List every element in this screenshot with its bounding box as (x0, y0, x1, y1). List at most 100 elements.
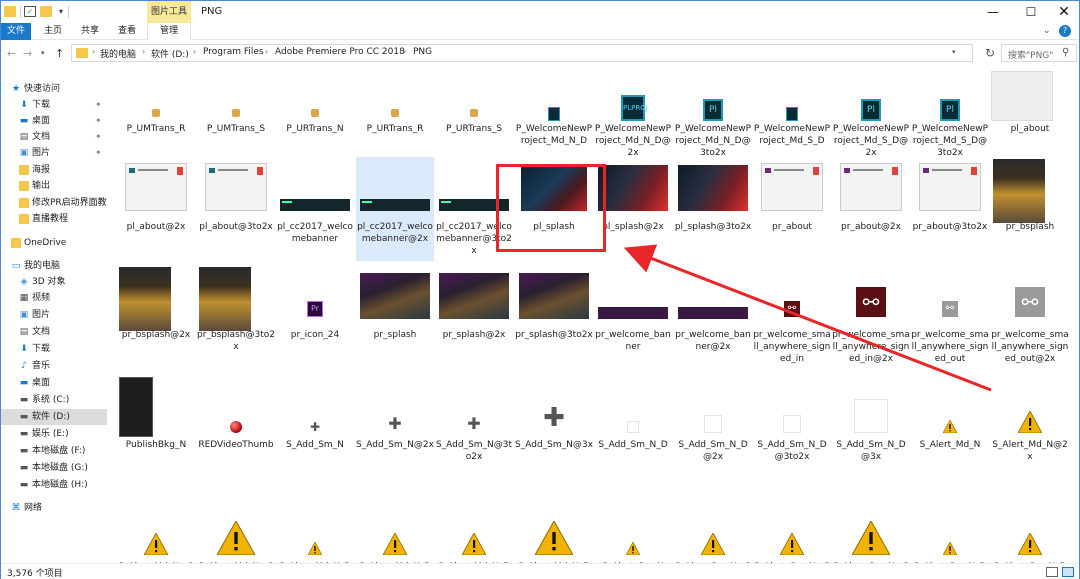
forward-arrow-icon[interactable]: → (23, 47, 32, 60)
sidebar-item[interactable]: 海报 (1, 162, 107, 178)
file-item[interactable]: ✚ S_Add_Sm_N@3to2x (435, 375, 513, 479)
file-item[interactable]: PublishBkg_N (117, 375, 195, 479)
file-item[interactable]: ✚ S_Add_Sm_N@3x (515, 375, 593, 479)
file-item[interactable]: pr_about@2x (832, 157, 910, 261)
chevron-right-icon[interactable]: › (92, 47, 95, 56)
sidebar-item[interactable]: 修改PR启动界面教材 (1, 195, 107, 211)
tab-manage[interactable]: 管理 (147, 23, 191, 40)
maximize-button[interactable]: ☐ (1014, 1, 1048, 23)
chevron-right-icon[interactable]: › (265, 47, 268, 56)
sidebar-item[interactable]: ▣ 图片 ✦ (1, 145, 107, 161)
file-item[interactable]: S_Add_Sm_N_D@2x (674, 375, 752, 479)
file-item[interactable]: pl_about@3to2x (197, 157, 275, 261)
large-icons-view-icon[interactable] (1062, 567, 1074, 577)
file-item[interactable]: ✚ S_Add_Sm_N@2x (356, 375, 434, 479)
file-item[interactable]: pl_cc2017_welcomebanner@3to2x (435, 157, 513, 261)
close-button[interactable]: ✕ (1047, 1, 1080, 23)
quick-access-dropdown-icon[interactable]: ▾ (55, 6, 67, 17)
help-icon[interactable]: ? (1059, 25, 1071, 37)
minimize-button[interactable]: — (976, 1, 1010, 23)
file-item[interactable]: S_Alert_Md_N_D@3x (515, 497, 593, 563)
tab-view[interactable]: 查看 (115, 23, 139, 40)
file-item[interactable]: S_Alert_Md_N_D@2x (356, 497, 434, 563)
sidebar-item[interactable]: ▭ 我的电脑 (1, 258, 107, 274)
file-item[interactable]: pr_splash@3to2x (515, 265, 593, 369)
breadcrumb-program-files[interactable]: Program Files (203, 47, 264, 57)
file-item[interactable]: S_Alert_Md_N@2x (991, 375, 1069, 479)
file-item[interactable]: P_WelcomeNewProject_Md_N_D (515, 69, 593, 163)
file-item[interactable]: pr_welcome_banner@2x (674, 265, 752, 369)
file-item[interactable]: P_UMTrans_R (117, 69, 195, 163)
tab-share[interactable]: 共享 (78, 23, 102, 40)
file-item[interactable]: pr_about (753, 157, 831, 261)
search-icon[interactable]: ⚲ (1062, 47, 1069, 58)
file-item[interactable]: pr_bsplash@3to2x (197, 265, 275, 369)
file-item[interactable]: pl_about@2x (117, 157, 195, 261)
file-item[interactable]: ✚ S_Add_Sm_N (276, 375, 354, 479)
sidebar-item[interactable]: ▦ 视频 (1, 290, 107, 306)
file-item[interactable]: pr_bsplash@2x (117, 265, 195, 369)
recent-locations-icon[interactable]: ▾ (41, 49, 45, 57)
sidebar-item[interactable]: ⬇ 下载 (1, 341, 107, 357)
file-item[interactable]: pl_splash@3to2x (674, 157, 752, 261)
sidebar-item[interactable]: ◈ 3D 对象 (1, 274, 107, 290)
sidebar-item[interactable]: ♪ 音乐 (1, 358, 107, 374)
sidebar-item[interactable]: ★ 快速访问 (1, 81, 107, 97)
chevron-right-icon[interactable]: › (403, 47, 406, 56)
chevron-right-icon[interactable]: › (142, 47, 145, 56)
file-item[interactable]: S_Alert_Md_N_D@3to2x (435, 497, 513, 563)
file-item[interactable]: ⚯ pr_welcome_small_anywhere_signed_in@2x (832, 265, 910, 369)
file-item[interactable]: pr_about@3to2x (911, 157, 989, 261)
file-item[interactable]: P_WelcomeNewProject_Md_S_D (753, 69, 831, 163)
sidebar-item[interactable]: ▬ 本地磁盘 (H:) (1, 477, 107, 493)
file-item[interactable]: ⚯ pr_welcome_small_anywhere_signed_out@2x (991, 265, 1069, 369)
sidebar-item[interactable]: ▤ 文档 ✦ (1, 129, 107, 145)
file-item[interactable]: REDVideoThumb (197, 375, 275, 479)
file-item[interactable]: S_Alert_Md_N (911, 375, 989, 479)
address-bar[interactable]: › 我的电脑 › 软件 (D:) › Program Files › Adobe… (71, 44, 973, 62)
up-arrow-icon[interactable]: ↑ (55, 47, 64, 60)
file-item[interactable]: S_Alert_Sm_N@3x (832, 497, 910, 563)
file-item[interactable]: pl_splash (515, 157, 593, 261)
new-folder-icon[interactable] (40, 6, 52, 17)
tab-file[interactable]: 文件 (1, 23, 31, 40)
file-item[interactable]: P_URTrans_R (356, 69, 434, 163)
breadcrumb-drive-d[interactable]: 软件 (D:) (151, 47, 189, 60)
file-item[interactable]: Pl P_WelcomeNewProject_Md_S_D@2x (832, 69, 910, 163)
sidebar-item[interactable]: ▬ 本地磁盘 (G:) (1, 460, 107, 476)
refresh-icon[interactable]: ↻ (985, 46, 995, 60)
file-item[interactable]: pr_welcome_banner (594, 265, 672, 369)
file-item[interactable]: pr_splash (356, 265, 434, 369)
expand-ribbon-icon[interactable]: ⌄ (1043, 26, 1051, 36)
properties-icon[interactable]: ✓ (24, 6, 36, 17)
sidebar-item[interactable]: ⌘ 网络 (1, 500, 107, 516)
file-item[interactable]: S_Alert_Md_N_D (276, 497, 354, 563)
file-item[interactable]: S_Alert_Sm_N@2x (674, 497, 752, 563)
sidebar-item[interactable]: ▬ 系统 (C:) (1, 392, 107, 408)
sidebar-item[interactable]: 直播教程 (1, 211, 107, 227)
sidebar-item[interactable]: ▤ 文档 (1, 324, 107, 340)
sidebar-item[interactable]: OneDrive (1, 235, 107, 251)
file-item[interactable]: S_Alert_Sm_N@3to2x (753, 497, 831, 563)
back-arrow-icon[interactable]: ← (7, 47, 16, 60)
sidebar-item[interactable]: ▬ 本地磁盘 (F:) (1, 443, 107, 459)
file-item[interactable]: S_Add_Sm_N_D@3x (832, 375, 910, 479)
file-item[interactable]: S_Add_Sm_N_D (594, 375, 672, 479)
file-item[interactable]: P_UMTrans_S (197, 69, 275, 163)
sidebar-item[interactable]: ▬ 娱乐 (E:) (1, 426, 107, 442)
sidebar-item[interactable]: ⬇ 下载 ✦ (1, 97, 107, 113)
address-dropdown-icon[interactable]: ▾ (952, 48, 956, 56)
breadcrumb-png[interactable]: PNG (413, 47, 432, 57)
file-item[interactable]: ⚯ pr_welcome_small_anywhere_signed_out (911, 265, 989, 369)
file-item[interactable]: pl_cc2017_welcomebanner (276, 157, 354, 261)
file-item[interactable]: Pl P_WelcomeNewProject_Md_S_D@3to2x (911, 69, 989, 163)
file-item[interactable]: S_Alert_Sm_N_D (911, 497, 989, 563)
sidebar-item[interactable]: ▬ 桌面 ✦ (1, 113, 107, 129)
file-item[interactable]: P_URTrans_N (276, 69, 354, 163)
file-item[interactable]: pl_about (991, 69, 1069, 163)
file-item[interactable]: S_Alert_Md_N@3to2x (117, 497, 195, 563)
file-item[interactable]: ⚯ pr_welcome_small_anywhere_signed_in (753, 265, 831, 369)
breadcrumb-premiere[interactable]: Adobe Premiere Pro CC 2018 (275, 47, 405, 57)
file-item[interactable]: pr_splash@2x (435, 265, 513, 369)
file-item[interactable]: S_Alert_Md_N@3x (197, 497, 275, 563)
